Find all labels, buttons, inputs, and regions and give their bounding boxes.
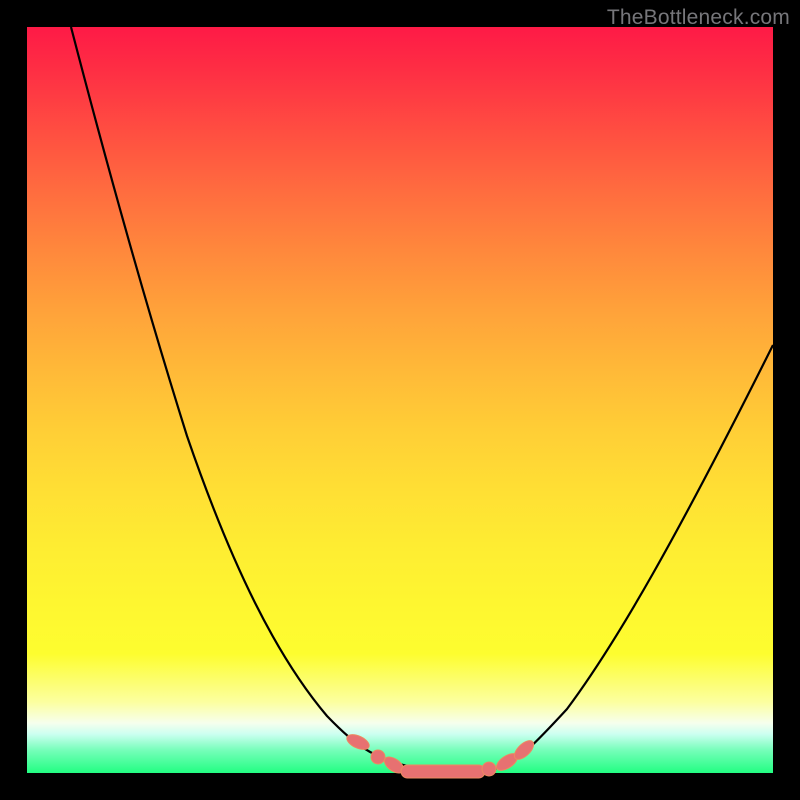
- curve-markers: [345, 731, 537, 778]
- outer-frame: TheBottleneck.com: [0, 0, 800, 800]
- chart-svg: [27, 27, 773, 773]
- marker-dot: [371, 750, 385, 764]
- watermark-text: TheBottleneck.com: [607, 6, 790, 30]
- bottleneck-curve: [71, 27, 773, 772]
- marker-bar: [401, 765, 485, 778]
- marker-dot: [482, 762, 496, 776]
